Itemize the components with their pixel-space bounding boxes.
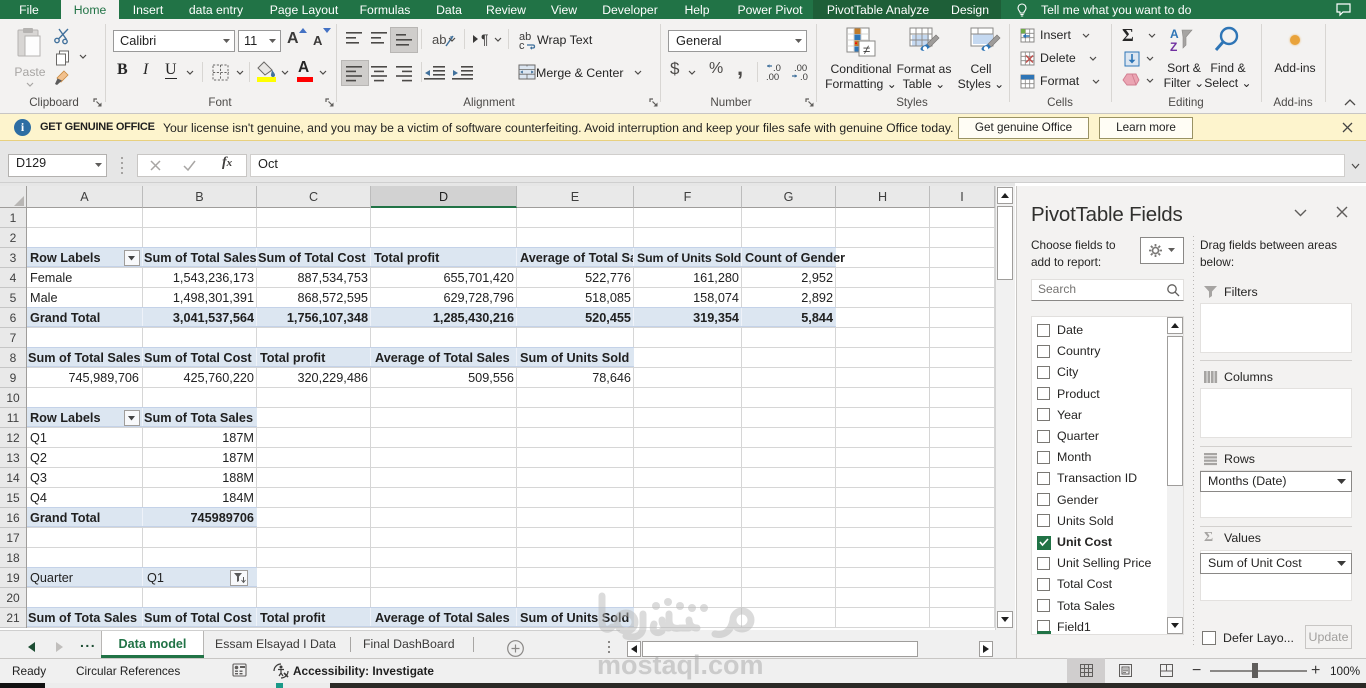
svg-text:¶: ¶ xyxy=(481,31,489,47)
svg-text:A: A xyxy=(1170,27,1179,41)
svg-text:Z: Z xyxy=(1170,40,1177,54)
svg-text:.00: .00 xyxy=(766,72,779,83)
svg-text:≠: ≠ xyxy=(863,42,870,57)
svg-text:ab: ab xyxy=(432,32,446,47)
svg-text:c: c xyxy=(519,40,525,52)
